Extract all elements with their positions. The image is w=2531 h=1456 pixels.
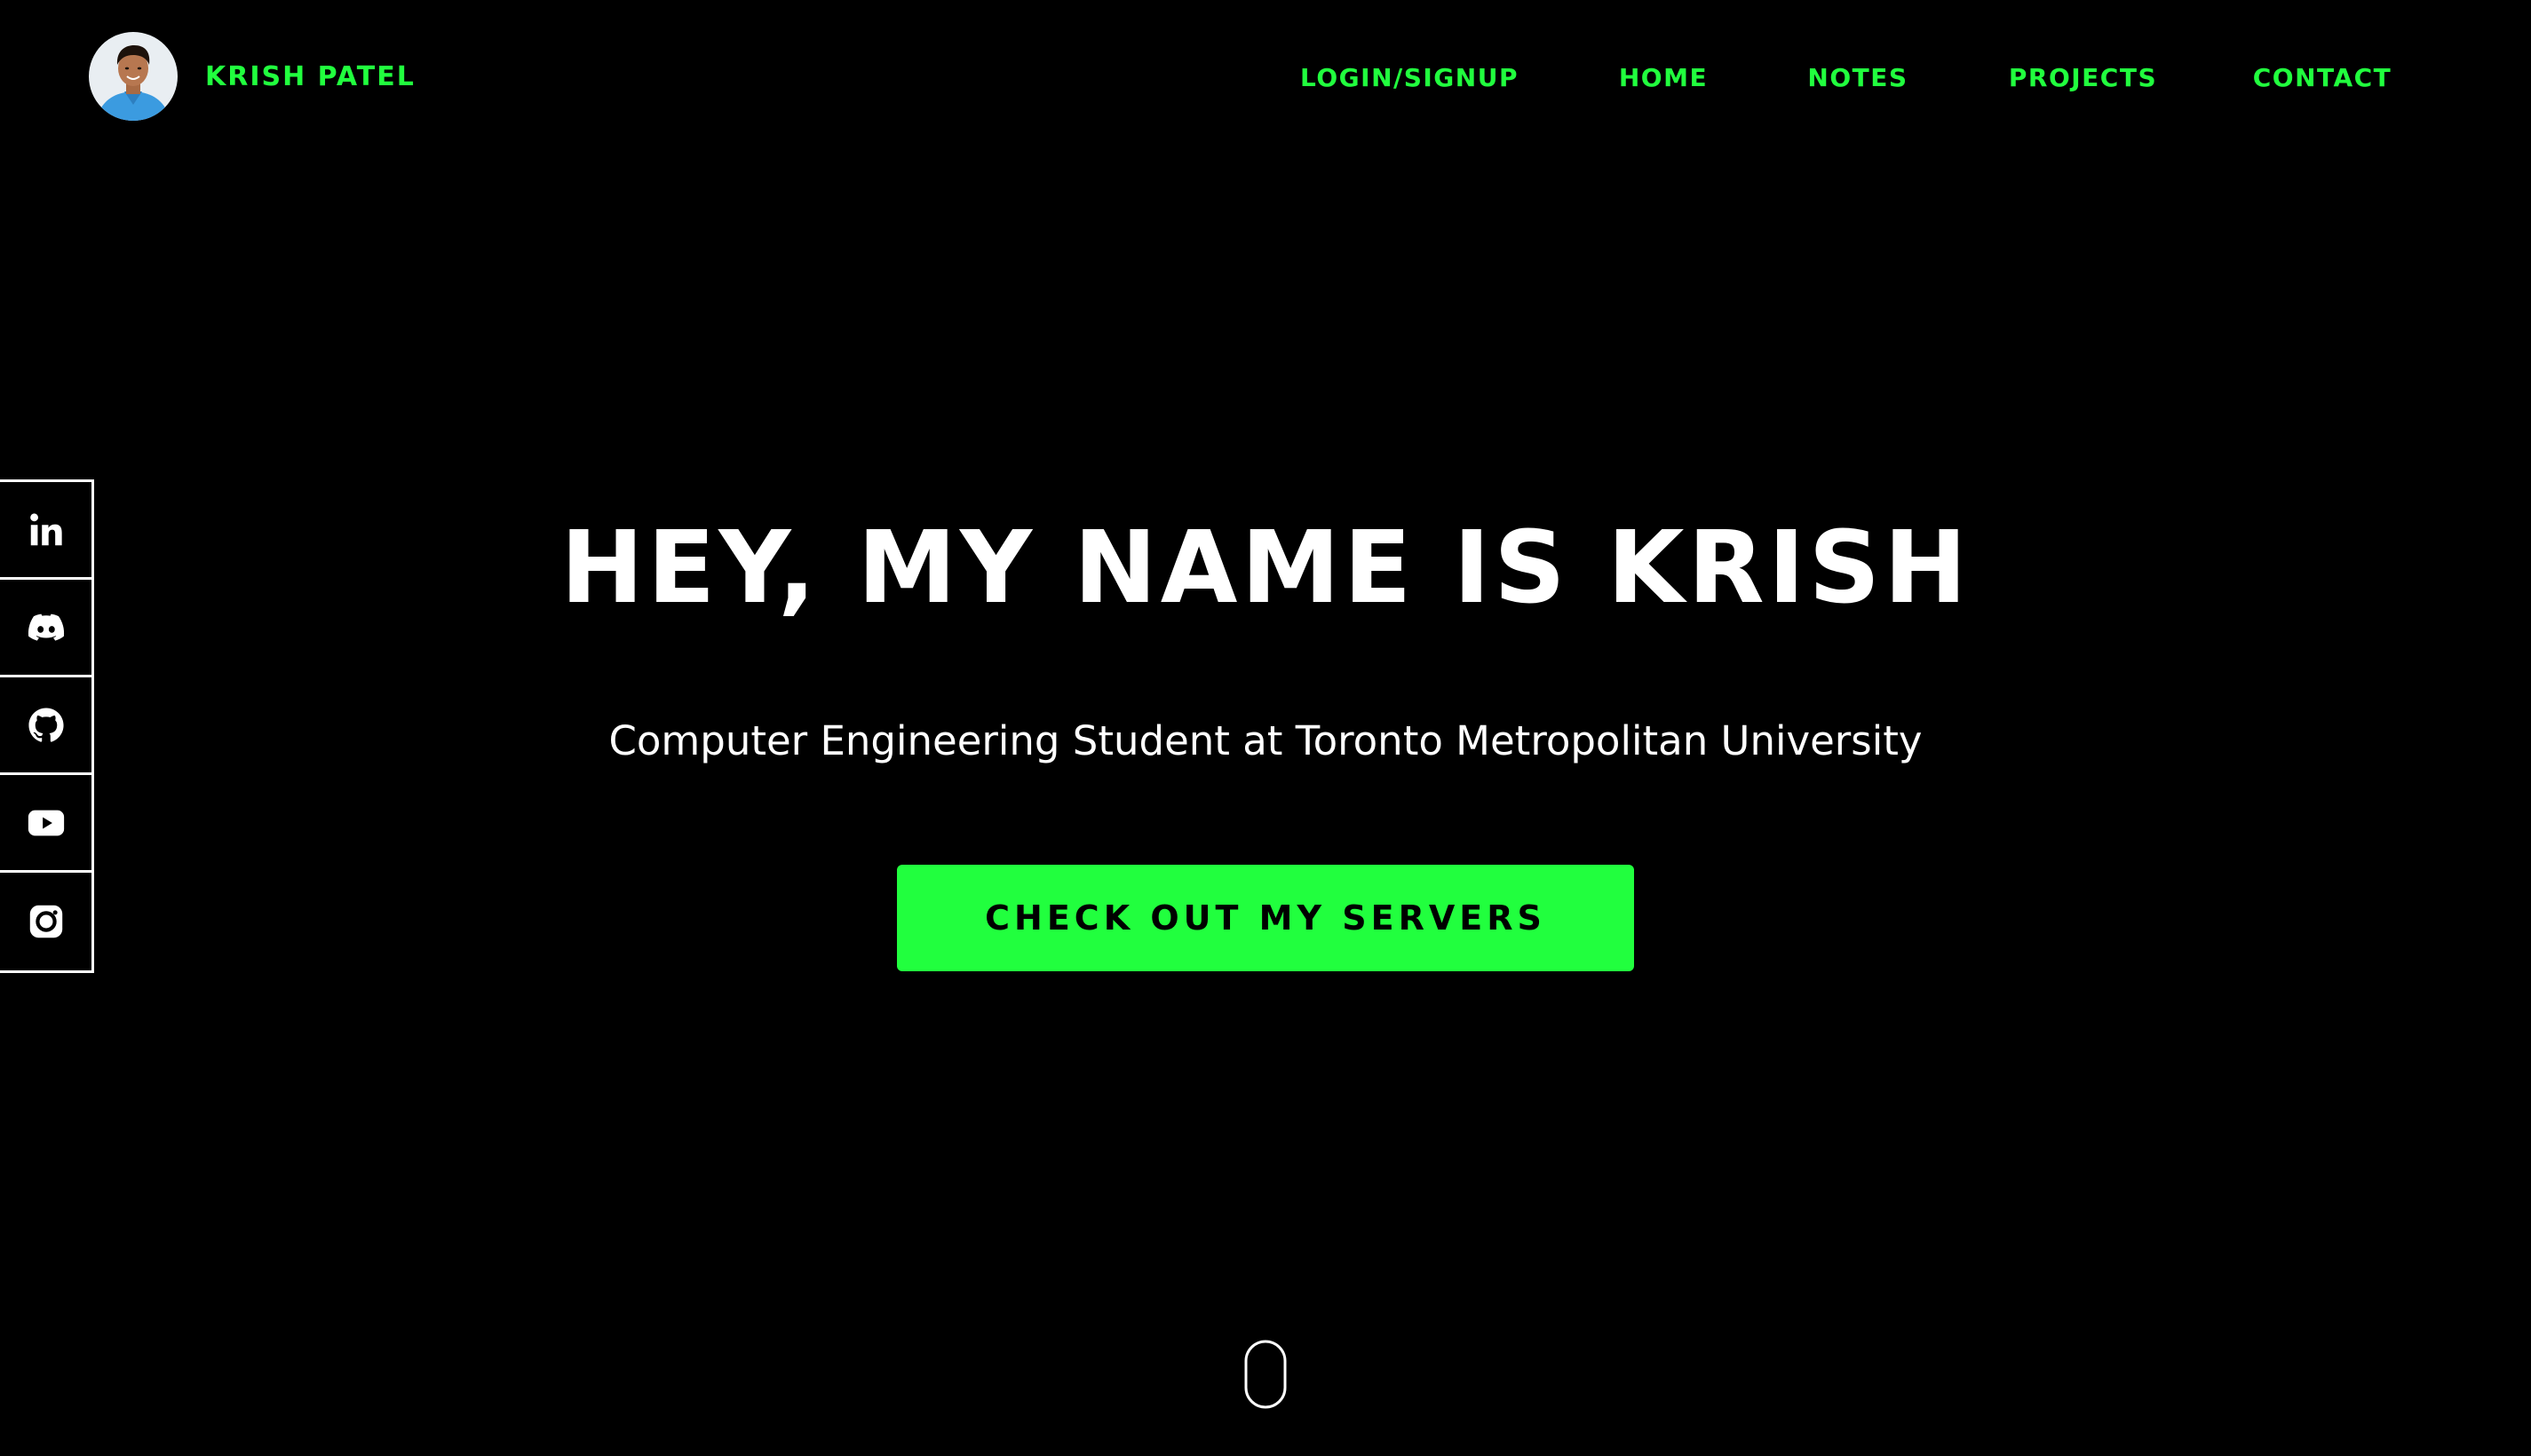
youtube-icon (28, 810, 64, 835)
avatar-photo (89, 32, 178, 121)
brand-name: KRISH PATEL (205, 60, 416, 92)
hero-title: HEY, MY NAME IS KRISH (560, 510, 1971, 626)
avatar (89, 32, 178, 121)
nav-login-signup[interactable]: LOGIN/SIGNUP (1289, 60, 1529, 94)
nav-notes[interactable]: NOTES (1805, 60, 1911, 94)
scroll-down-indicator[interactable] (1243, 1339, 1288, 1410)
nav-home[interactable]: HOME (1615, 60, 1712, 94)
nav-contact[interactable]: CONTACT (2253, 60, 2391, 94)
instagram-icon (29, 905, 62, 938)
site-header: KRISH PATEL LOGIN/SIGNUP HOME NOTES PROJ… (0, 0, 2531, 155)
mouse-scroll-icon (1244, 1340, 1287, 1409)
brand-link[interactable]: KRISH PATEL (89, 32, 416, 121)
social-youtube-link[interactable] (0, 775, 91, 873)
hero-subtitle: Computer Engineering Student at Toronto … (608, 717, 1923, 764)
check-out-servers-button[interactable]: CHECK OUT MY SERVERS (897, 865, 1634, 971)
nav-projects[interactable]: PROJECTS (2005, 60, 2161, 94)
social-instagram-link[interactable] (0, 873, 91, 970)
